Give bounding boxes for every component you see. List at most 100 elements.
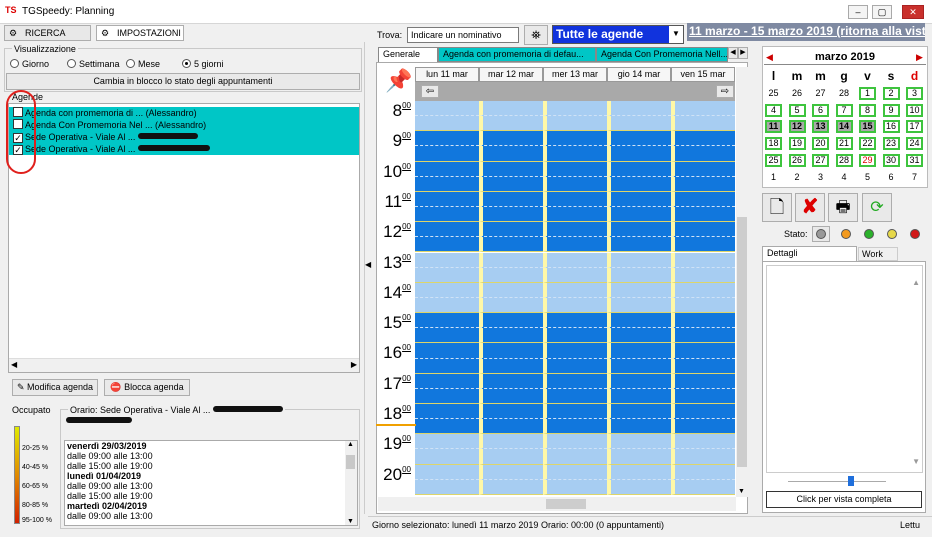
- prev-week-arrow-icon[interactable]: ⇦: [421, 85, 439, 98]
- time-slot[interactable]: [479, 131, 543, 147]
- day-header[interactable]: ven 15 mar: [671, 67, 735, 82]
- calendar-day[interactable]: 27: [812, 87, 829, 100]
- time-slot[interactable]: [415, 358, 479, 374]
- time-slot[interactable]: [607, 146, 671, 162]
- detail-slider-handle[interactable]: [848, 476, 854, 486]
- time-slot[interactable]: [479, 464, 543, 480]
- time-slot[interactable]: [415, 404, 479, 420]
- time-slot[interactable]: [479, 146, 543, 162]
- time-slot[interactable]: [607, 388, 671, 404]
- calendar-day[interactable]: 21: [835, 137, 853, 151]
- calendar-day[interactable]: 31: [906, 153, 923, 167]
- time-slot[interactable]: [671, 116, 735, 132]
- calendar-day[interactable]: 26: [788, 153, 806, 167]
- calendar-day[interactable]: 3: [906, 87, 923, 100]
- time-slot[interactable]: [415, 479, 479, 495]
- time-slot[interactable]: [607, 464, 671, 480]
- time-slot[interactable]: [543, 313, 607, 329]
- calendar-day[interactable]: 26: [789, 87, 806, 100]
- time-slot[interactable]: [479, 388, 543, 404]
- view-option-settimana[interactable]: Settimana: [67, 59, 120, 69]
- scroll-down-icon[interactable]: ▼: [347, 518, 354, 525]
- new-appointment-button[interactable]: 🗋: [762, 193, 792, 222]
- time-slot[interactable]: [671, 282, 735, 298]
- time-slot[interactable]: [607, 419, 671, 435]
- time-slot[interactable]: [479, 101, 543, 117]
- calendar-day[interactable]: 1: [859, 87, 876, 100]
- time-slot[interactable]: [415, 464, 479, 480]
- time-slot[interactable]: [607, 373, 671, 389]
- time-slot[interactable]: [607, 252, 671, 268]
- time-slot[interactable]: [415, 328, 479, 344]
- calendar-day[interactable]: 12: [788, 120, 806, 134]
- time-slot[interactable]: [671, 434, 735, 450]
- day-header[interactable]: gio 14 mar: [607, 67, 671, 82]
- calendar-day[interactable]: 23: [882, 137, 900, 151]
- time-slot[interactable]: [415, 313, 479, 329]
- time-slot[interactable]: [415, 343, 479, 359]
- time-slot[interactable]: [415, 146, 479, 162]
- calendar-day[interactable]: 5: [859, 171, 876, 184]
- tab-agenda-promemoria[interactable]: Agenda con promemoria di defau...: [438, 47, 596, 62]
- time-slot[interactable]: [543, 328, 607, 344]
- calendar-day[interactable]: 2: [882, 87, 900, 100]
- calendar-day[interactable]: 7: [835, 103, 853, 117]
- tab-dettagli[interactable]: Dettagli appuntamento: [762, 246, 857, 271]
- status-green-dot-icon[interactable]: [864, 229, 874, 239]
- time-slot[interactable]: [671, 464, 735, 480]
- calendar-day[interactable]: 24: [906, 137, 923, 151]
- time-slot[interactable]: [415, 388, 479, 404]
- time-slot[interactable]: [607, 116, 671, 132]
- time-slot[interactable]: [671, 146, 735, 162]
- time-slot[interactable]: [671, 343, 735, 359]
- time-slot[interactable]: [479, 297, 543, 314]
- time-slot[interactable]: [479, 419, 543, 435]
- tabs-scroll-right-icon[interactable]: ▶: [738, 47, 748, 59]
- time-slot[interactable]: [607, 176, 671, 192]
- time-slot[interactable]: [543, 237, 607, 253]
- tab-ricerca[interactable]: ⚙ RICERCA: [4, 25, 91, 41]
- time-slot[interactable]: [479, 176, 543, 192]
- time-slot[interactable]: [479, 282, 543, 298]
- day-header[interactable]: mer 13 mar: [543, 67, 607, 82]
- time-slot[interactable]: [607, 222, 671, 238]
- scroll-up-icon[interactable]: ▲: [347, 441, 354, 448]
- calendar-day[interactable]: 29: [859, 153, 876, 167]
- time-slot[interactable]: [543, 161, 607, 177]
- time-slot[interactable]: [479, 313, 543, 329]
- time-slot[interactable]: [671, 101, 735, 117]
- calendar-day[interactable]: 19: [788, 137, 806, 151]
- time-slot[interactable]: [543, 101, 607, 117]
- calendar-day[interactable]: 9: [882, 103, 900, 117]
- time-slot[interactable]: [415, 161, 479, 177]
- agende-list[interactable]: Agenda con promemoria di ... (Alessandro…: [8, 103, 360, 373]
- time-slot[interactable]: [671, 237, 735, 253]
- time-slot[interactable]: [415, 373, 479, 389]
- tab-worklist[interactable]: Work List: [858, 247, 898, 271]
- status-orange-dot-icon[interactable]: [841, 229, 851, 239]
- calendar-day[interactable]: 7: [906, 171, 923, 184]
- vertical-scrollbar[interactable]: ▲ ▼: [345, 441, 357, 525]
- time-slot[interactable]: [543, 131, 607, 147]
- calendar-day[interactable]: 13: [812, 120, 829, 134]
- calendar-day[interactable]: 3: [812, 171, 829, 184]
- prev-month-icon[interactable]: ◀: [766, 52, 773, 63]
- time-slot[interactable]: [671, 404, 735, 420]
- scroll-left-icon[interactable]: ◀: [11, 360, 17, 369]
- time-slot[interactable]: [415, 267, 479, 283]
- time-slot[interactable]: [479, 479, 543, 495]
- status-yellow-dot-icon[interactable]: [887, 229, 897, 239]
- time-slot[interactable]: [671, 373, 735, 389]
- calendar-day[interactable]: 30: [882, 153, 900, 167]
- time-slot[interactable]: [671, 176, 735, 192]
- tab-generale[interactable]: Generale: [378, 47, 438, 62]
- time-slot[interactable]: [415, 282, 479, 298]
- print-button[interactable]: 🖶: [828, 193, 858, 222]
- panel-splitter[interactable]: ◀: [364, 42, 371, 514]
- time-slot[interactable]: [607, 328, 671, 344]
- view-option-giorno[interactable]: Giorno: [10, 59, 49, 69]
- time-slot[interactable]: [415, 131, 479, 147]
- grid-scroll-thumb[interactable]: [737, 217, 747, 467]
- time-slot[interactable]: [543, 267, 607, 283]
- refresh-button[interactable]: ⟳: [862, 193, 892, 222]
